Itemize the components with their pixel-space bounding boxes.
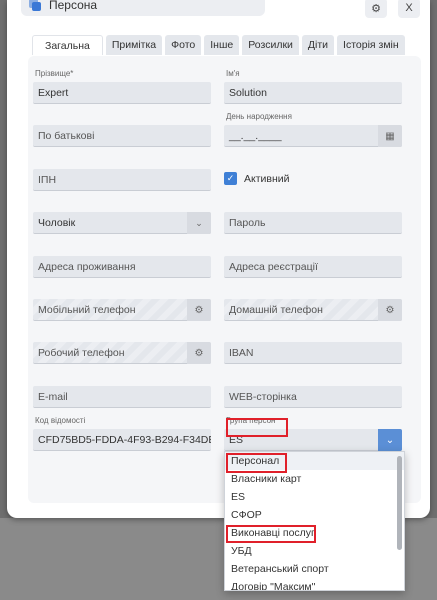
first-name-label: Ім'я <box>226 69 240 78</box>
home-address-field[interactable]: Адреса проживання <box>33 256 211 278</box>
active-checkbox-row[interactable]: ✓ Активний <box>224 172 290 185</box>
home-phone-settings-button[interactable]: ⚙ <box>378 299 402 321</box>
gender-value[interactable]: Чоловік <box>33 212 211 234</box>
code-label: Код відомості <box>35 416 86 425</box>
website-field[interactable]: WEB-сторінка <box>224 386 402 408</box>
calendar-icon: ▦ <box>385 130 395 142</box>
birthday-label: День народження <box>226 112 292 121</box>
tab-children[interactable]: Діти <box>301 35 335 55</box>
middle-name-input[interactable]: По батькові <box>33 125 211 147</box>
tab-history[interactable]: Історія змін <box>337 35 405 55</box>
mobile-phone-field[interactable]: Мобільний телефон ⚙ <box>33 299 211 321</box>
gear-icon: ⚙ <box>194 347 204 359</box>
tab-mailings[interactable]: Розсилки <box>242 35 299 55</box>
active-checkbox[interactable]: ✓ <box>224 172 237 185</box>
birthday-input[interactable]: __.__.____ <box>224 125 402 147</box>
website-input[interactable]: WEB-сторінка <box>224 386 402 408</box>
middle-name-field[interactable]: По батькові <box>33 125 211 147</box>
password-field[interactable]: Пароль <box>224 212 402 234</box>
code-field[interactable]: Код відомості CFD75BD5-FDDA-4F93-B294-F3… <box>33 416 211 451</box>
tab-note[interactable]: Примітка <box>105 35 163 55</box>
tax-id-input[interactable]: ІПН <box>33 169 211 191</box>
gear-icon: ⚙ <box>385 304 395 316</box>
work-phone-settings-button[interactable]: ⚙ <box>187 342 211 364</box>
home-phone-field[interactable]: Домашній телефон ⚙ <box>224 299 402 321</box>
gender-dropdown-button[interactable]: ⌄ <box>187 212 211 234</box>
work-phone-input[interactable]: Робочий телефон <box>33 342 211 364</box>
iban-field[interactable]: IBAN <box>224 342 402 364</box>
birthday-field[interactable]: День народження __.__.____ ▦ <box>224 112 402 147</box>
last-name-field[interactable]: Прізвище* Expert <box>33 69 211 104</box>
dropdown-item-ubd[interactable]: УБД <box>225 542 404 560</box>
last-name-label: Прізвище* <box>35 69 74 78</box>
email-input[interactable]: E-mail <box>33 386 211 408</box>
tab-other[interactable]: Інше <box>204 35 240 55</box>
mobile-phone-input[interactable]: Мобільний телефон <box>33 299 211 321</box>
dropdown-item-es[interactable]: ES <box>225 488 404 506</box>
iban-input[interactable]: IBAN <box>224 342 402 364</box>
password-input[interactable]: Пароль <box>224 212 402 234</box>
home-phone-input[interactable]: Домашній телефон <box>224 299 402 321</box>
tab-general[interactable]: Загальна <box>32 35 103 55</box>
tab-bar: Загальна Примітка Фото Інше Розсилки Діт… <box>32 35 408 55</box>
tax-id-field[interactable]: ІПН <box>33 169 211 191</box>
settings-button[interactable]: ⚙ <box>365 0 387 18</box>
tab-photo[interactable]: Фото <box>165 35 202 55</box>
dropdown-item-maxim-contract[interactable]: Договір "Максим" <box>225 578 404 590</box>
highlight-service-providers <box>226 525 316 543</box>
gear-icon: ⚙ <box>371 2 381 15</box>
calendar-button[interactable]: ▦ <box>378 125 402 147</box>
last-name-input[interactable]: Expert <box>33 82 211 104</box>
dropdown-scrollbar[interactable] <box>397 456 402 550</box>
email-field[interactable]: E-mail <box>33 386 211 408</box>
person-group-dropdown-button[interactable]: ⌄ <box>378 429 402 451</box>
first-name-input[interactable]: Solution <box>224 82 402 104</box>
work-phone-field[interactable]: Робочий телефон ⚙ <box>33 342 211 364</box>
dialog-title: Персона <box>49 0 98 12</box>
code-input[interactable]: CFD75BD5-FDDA-4F93-B294-F34DBDCI <box>33 429 211 451</box>
gear-icon: ⚙ <box>194 304 204 316</box>
dialog-titlebar: Персона <box>21 0 265 16</box>
dropdown-item-veteran-sport[interactable]: Ветеранський спорт <box>225 560 404 578</box>
close-button[interactable]: X <box>398 0 420 18</box>
chevron-down-icon: ⌄ <box>385 434 395 446</box>
window-icon <box>29 0 41 11</box>
active-label: Активний <box>244 172 290 185</box>
highlight-group-label <box>226 418 288 437</box>
chevron-down-icon: ⌄ <box>195 217 203 228</box>
reg-address-input[interactable]: Адреса реєстрації <box>224 256 402 278</box>
highlight-personnel <box>226 453 287 473</box>
mobile-phone-settings-button[interactable]: ⚙ <box>187 299 211 321</box>
gender-select[interactable]: Чоловік ⌄ <box>33 212 211 234</box>
first-name-field[interactable]: Ім'я Solution <box>224 69 402 104</box>
dropdown-item-sfor[interactable]: СФОР <box>225 506 404 524</box>
reg-address-field[interactable]: Адреса реєстрації <box>224 256 402 278</box>
home-address-input[interactable]: Адреса проживання <box>33 256 211 278</box>
